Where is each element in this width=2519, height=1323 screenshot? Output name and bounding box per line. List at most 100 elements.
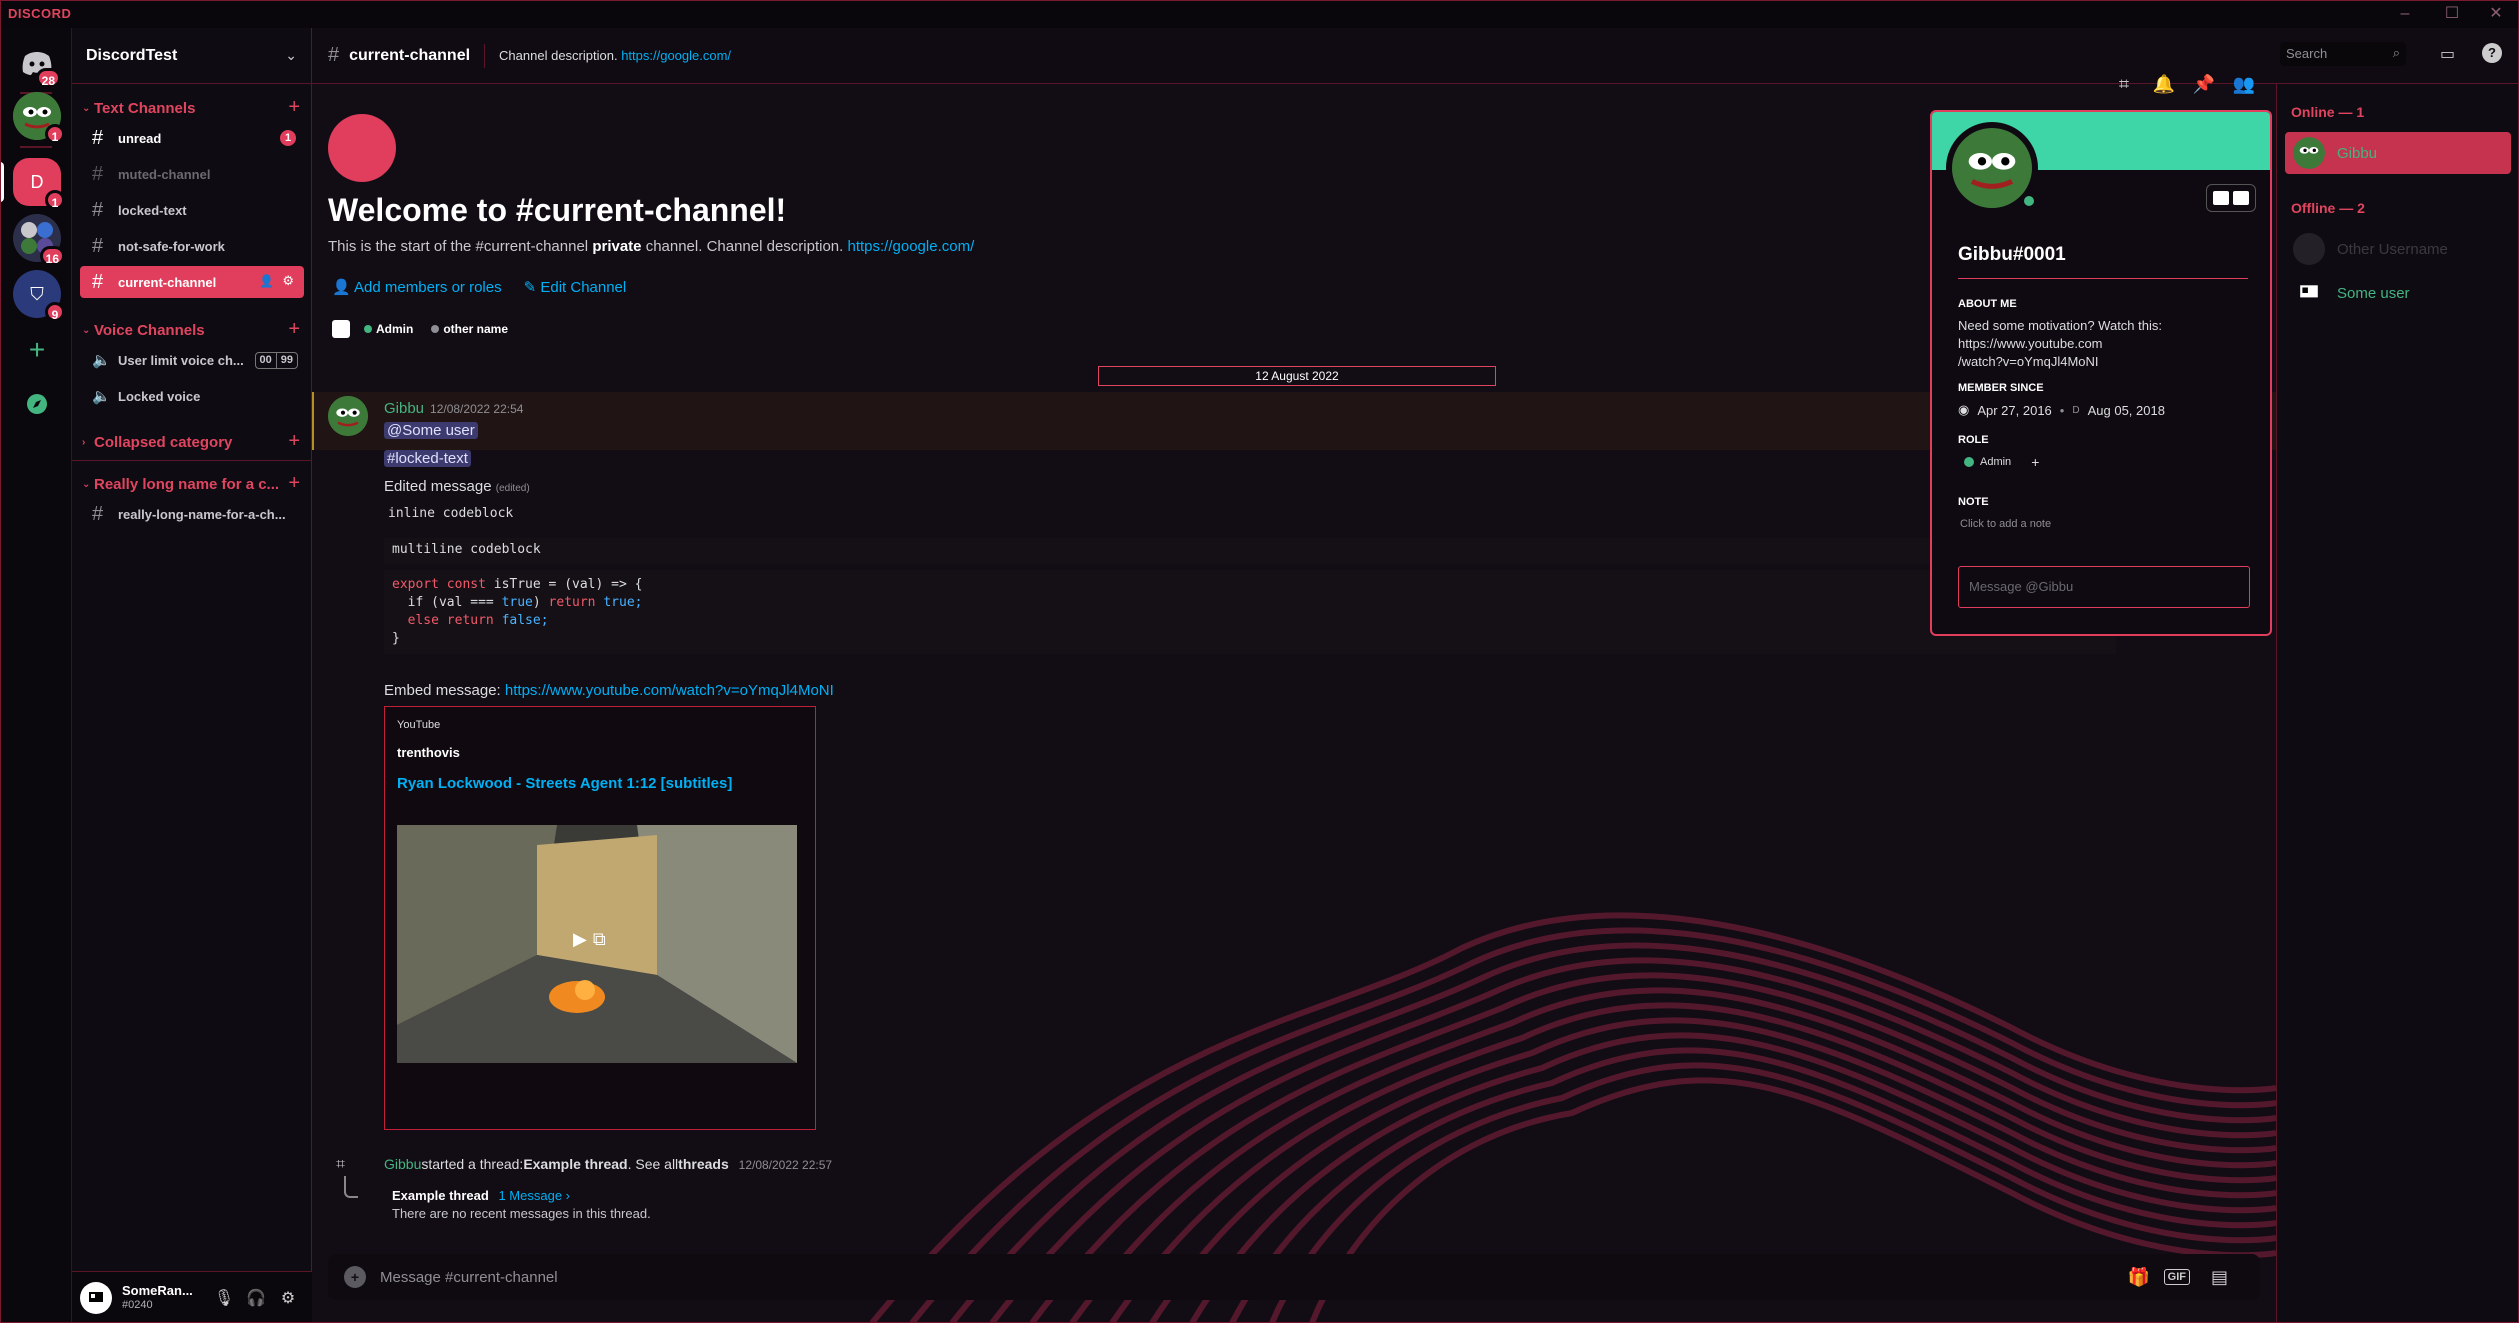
channel-muted[interactable]: # muted-channel <box>80 158 304 190</box>
threads-link[interactable]: threads <box>678 1156 729 1172</box>
gift-icon[interactable]: 🎁 <box>2128 1267 2150 1288</box>
channel-label: Locked voice <box>118 388 201 404</box>
server-shield[interactable]: ⛉ 9 <box>13 270 65 322</box>
maximize-icon[interactable]: ☐ <box>2437 3 2467 25</box>
play-icon[interactable]: ▶ <box>573 929 587 957</box>
invite-icon[interactable]: 👤 <box>259 274 274 288</box>
user-info[interactable]: SomeRan... #0240 <box>122 1283 208 1313</box>
create-channel-icon[interactable]: + <box>288 472 300 494</box>
speaker-icon: 🔈 <box>92 352 111 369</box>
embed-video-thumbnail[interactable]: ▶ ⧉ <box>397 825 797 1063</box>
user-avatar[interactable] <box>80 1281 112 1314</box>
member-avatar <box>2293 233 2325 265</box>
pepe-avatar-icon <box>328 396 368 436</box>
close-icon[interactable]: ✕ <box>2481 3 2511 25</box>
category-voice-channels[interactable]: ⌄ Voice Channels + <box>72 318 312 342</box>
code-literal: false; <box>501 613 549 628</box>
open-external-icon[interactable]: ⧉ <box>593 929 606 957</box>
category-text-channels[interactable]: ⌄ Text Channels + <box>72 96 312 120</box>
chevron-down-icon: ⌄ <box>82 102 91 114</box>
embed-author[interactable]: trenthovis <box>397 745 460 760</box>
code-text: } <box>392 631 400 646</box>
channel-long-name[interactable]: # really-long-name-for-a-ch... <box>80 498 304 530</box>
settings-gear-icon[interactable]: ⚙ <box>272 1282 304 1314</box>
microphone-icon[interactable]: 🎙 <box>208 1282 240 1314</box>
embed-label-text: Embed message: <box>384 682 501 699</box>
edit-channel-button[interactable]: ✎ Edit Channel <box>524 278 627 296</box>
member-some-user[interactable]: Some user <box>2285 272 2511 314</box>
role-chip-other[interactable]: other name <box>427 320 512 338</box>
voice-channel-limit[interactable]: 🔈 User limit voice ch... 00 99 <box>80 344 304 376</box>
threads-icon[interactable]: ⌗ <box>2112 72 2136 96</box>
inline-code: inline codeblock <box>388 506 514 521</box>
about-me-link-1[interactable]: https://www.youtube.com <box>1958 336 2103 351</box>
message-composer[interactable]: + Message #current-channel 🎁 GIF ▤ <box>328 1254 2260 1300</box>
sticker-icon[interactable]: ▤ <box>2211 1267 2228 1288</box>
gear-icon[interactable]: ⚙ <box>282 273 294 289</box>
server-shield-badge: 9 <box>45 302 65 322</box>
attach-plus-icon[interactable]: + <box>344 1266 366 1288</box>
server-discordtest-badge: 1 <box>45 190 65 210</box>
server-pepe[interactable]: 1 <box>13 92 65 144</box>
user-mention[interactable]: @Some user <box>384 422 478 439</box>
thread-card-name[interactable]: Example thread <box>392 1188 489 1203</box>
add-members-button[interactable]: 👤 Add members or roles <box>332 278 502 296</box>
member-other-username[interactable]: Other Username <box>2285 228 2511 270</box>
help-icon[interactable]: ? <box>2482 43 2502 63</box>
thread-card-title[interactable]: Example thread 1 Message › <box>392 1188 570 1203</box>
voice-channel-locked[interactable]: 🔈 Locked voice <box>80 380 304 412</box>
member-gibbu[interactable]: Gibbu <box>2285 132 2511 174</box>
header-channel-name: current-channel <box>349 46 471 64</box>
create-channel-icon[interactable]: + <box>288 96 300 118</box>
channel-current[interactable]: # current-channel 👤 ⚙ <box>80 266 304 298</box>
add-server-icon[interactable]: + <box>13 326 61 374</box>
category-collapsed[interactable]: › Collapsed category + <box>72 430 312 454</box>
hash-icon: # <box>92 162 104 185</box>
message-user-input[interactable]: Message @Gibbu <box>1958 566 2250 608</box>
explore-servers-icon[interactable] <box>13 380 61 428</box>
embed-link[interactable]: https://www.youtube.com/watch?v=oYmqJl4M… <box>505 682 834 699</box>
profile-username: Gibbu#0001 <box>1958 244 2066 265</box>
thread-message-count[interactable]: 1 Message › <box>498 1188 570 1203</box>
pin-icon[interactable]: 📌 <box>2192 72 2216 96</box>
role-label: Admin <box>376 322 414 336</box>
message-author[interactable]: Gibbu 12/08/2022 22:54 <box>384 400 523 417</box>
embed-provider[interactable]: YouTube <box>397 719 440 731</box>
server-folder[interactable]: 16 <box>13 214 65 266</box>
channel-locked[interactable]: # locked-text <box>80 194 304 226</box>
channel-mention[interactable]: #locked-text <box>384 450 471 467</box>
channel-nsfw[interactable]: # not-safe-for-work <box>80 230 304 262</box>
username: SomeRan... <box>122 1282 193 1298</box>
inbox-icon[interactable]: ▭ <box>2440 44 2455 64</box>
search-input[interactable]: Search ⌕ <box>2280 42 2406 66</box>
profile-divider <box>1958 278 2248 279</box>
description-link[interactable]: https://google.com/ <box>621 48 731 63</box>
role-color-dot <box>364 325 372 333</box>
bell-icon[interactable]: 🔔 <box>2152 72 2176 96</box>
channel-unread[interactable]: # unread 1 <box>80 122 304 154</box>
guild-header[interactable]: DiscordTest ⌄ <box>72 28 311 84</box>
create-channel-icon[interactable]: + <box>288 430 300 452</box>
role-chip-admin[interactable]: Admin <box>360 320 417 338</box>
headphones-icon[interactable]: 🎧 <box>240 1282 272 1314</box>
thread-author[interactable]: Gibbu <box>384 1156 421 1172</box>
category-long-name[interactable]: ⌄ Really long name for a c... + <box>72 472 312 496</box>
home-button[interactable]: 28 <box>13 38 61 88</box>
welcome-sub-link[interactable]: https://google.com/ <box>848 238 975 255</box>
create-channel-icon[interactable]: + <box>288 318 300 340</box>
members-icon[interactable]: 👥 <box>2232 72 2256 96</box>
badge-icon[interactable] <box>2233 191 2249 205</box>
note-input[interactable]: Click to add a note <box>1960 518 2051 530</box>
embed-title[interactable]: Ryan Lockwood - Streets Agent 1:12 [subt… <box>397 775 732 792</box>
author-name[interactable]: Gibbu <box>384 400 424 417</box>
minimize-icon[interactable]: – <box>2390 3 2420 25</box>
code-keyword: export const <box>392 577 486 592</box>
message-avatar[interactable] <box>328 396 368 436</box>
server-discordtest[interactable]: D 1 <box>13 158 65 210</box>
badge-icon[interactable] <box>2213 191 2229 205</box>
note-label: NOTE <box>1958 496 1989 508</box>
about-me-link-2[interactable]: /watch?v=oYmqJl4MoNI <box>1958 354 2099 369</box>
gif-button[interactable]: GIF <box>2163 1269 2190 1285</box>
add-role-icon[interactable]: + <box>2031 454 2039 470</box>
thread-name[interactable]: Example thread <box>523 1156 627 1172</box>
